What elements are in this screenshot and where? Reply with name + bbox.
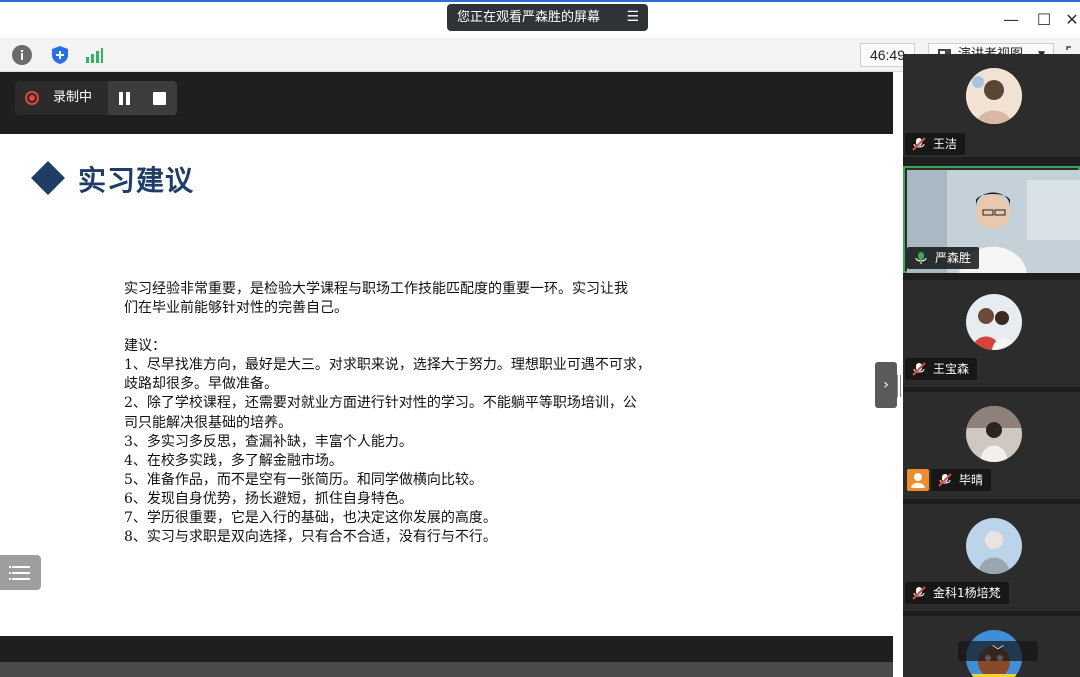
recording-bar: 录制中	[15, 81, 177, 115]
mic-muted-icon	[912, 137, 926, 151]
stop-recording-button[interactable]	[153, 92, 166, 105]
intro-line: 们在毕业前能够针对性的完善自己。	[124, 300, 348, 317]
pause-recording-button[interactable]	[118, 92, 132, 105]
advice-line: 7、学历很重要，它是入行的基础，也决定这你发展的高度。	[124, 510, 497, 527]
participant-name: 毕晴	[959, 473, 984, 487]
mic-active-icon	[915, 252, 927, 264]
participant-name: 王洁	[933, 137, 958, 151]
participant-name-tag: 王宝森	[905, 358, 978, 380]
advice-line: 6、发现自身优势，扬长避短，抓住自身特色。	[124, 490, 413, 507]
shared-screen-bottom	[0, 662, 893, 677]
slide-title: 实习建议	[78, 164, 195, 197]
avatar	[966, 294, 1022, 350]
intro-line: 实习经验非常重要，是检验大学课程与职场工作技能匹配度的重要一环。实习让我	[124, 281, 628, 297]
title-bar-accent	[0, 0, 1080, 2]
participant-name: 王宝森	[933, 362, 970, 376]
participant-tile[interactable]: 金科1杨培梵	[903, 504, 1080, 611]
screen-share-banner[interactable]: 您正在观看严森胜的屏幕 ☰	[447, 4, 648, 31]
slide-body: 实习经验非常重要，是检验大学课程与职场工作技能匹配度的重要一环。实习让我 们在毕…	[124, 280, 724, 547]
outline-list-button[interactable]	[0, 555, 41, 590]
advice-line: 2、除了学校课程，还需要对就业方面进行针对性的学习。不能躺平等职场培训，公	[124, 395, 637, 412]
signal-bars-icon[interactable]	[84, 45, 104, 65]
mic-muted-icon	[912, 586, 926, 600]
scroll-down-chevron-icon[interactable]: ﹀	[958, 641, 1038, 661]
advice-line: 1、尽早找准方向，最好是大三。对求职来说，选择大于努力。理想职业可遇不可求，	[124, 357, 651, 374]
avatar	[966, 406, 1022, 462]
advice-line: 5、准备作品，而不是空有一张简历。和同学做横向比较。	[124, 471, 483, 488]
participant-name-tag: 严森胜	[907, 247, 980, 269]
mic-muted-icon	[938, 473, 952, 487]
minimize-button[interactable]: —	[1001, 10, 1021, 30]
record-icon	[25, 91, 39, 105]
participant-name-tag: 金科1杨培梵	[905, 582, 1009, 604]
recording-label: 录制中	[53, 90, 93, 105]
participant-tile-active[interactable]: 严森胜	[903, 166, 1080, 273]
banner-menu-icon[interactable]: ☰	[626, 4, 639, 31]
participant-name-tag: 毕晴	[931, 469, 992, 491]
advice-line: 歧路却很多。早做准备。	[124, 376, 278, 393]
participant-name: 严森胜	[935, 251, 972, 265]
participant-name: 金科1杨培梵	[933, 586, 1001, 600]
avatar	[966, 518, 1022, 574]
collapse-panel-button[interactable]: ›	[875, 362, 897, 408]
participant-tile[interactable]: 王宝森	[903, 280, 1080, 387]
advice-line: 4、在校多实践，多了解金融市场。	[124, 452, 343, 469]
close-button[interactable]: ✕	[1062, 10, 1080, 30]
advice-line: 3、多实习多反思，查漏补缺，丰富个人能力。	[124, 433, 413, 450]
avatar	[966, 68, 1022, 124]
advice-line: 司只能解决很基础的培养。	[124, 414, 292, 431]
mic-muted-icon	[912, 362, 926, 376]
advice-heading: 建议：	[124, 338, 166, 355]
participant-name-tag: 王洁	[905, 133, 966, 155]
title-bar: 您正在观看严森胜的屏幕 ☰ — ☐ ✕	[0, 0, 1080, 38]
screen-share-banner-text: 您正在观看严森胜的屏幕	[457, 10, 601, 25]
participant-tile[interactable]: 王洁	[903, 54, 1080, 157]
panel-resize-handle[interactable]	[897, 375, 901, 397]
recording-controls	[108, 81, 177, 115]
advice-line: 8、实习与求职是双向选择，只有合不合适，没有行与不行。	[124, 529, 497, 546]
user-badge-icon	[907, 469, 929, 491]
participant-tile[interactable]: 毕晴	[903, 392, 1080, 499]
shield-icon[interactable]	[50, 45, 70, 65]
info-icon[interactable]	[12, 45, 32, 65]
maximize-button[interactable]: ☐	[1034, 10, 1054, 30]
